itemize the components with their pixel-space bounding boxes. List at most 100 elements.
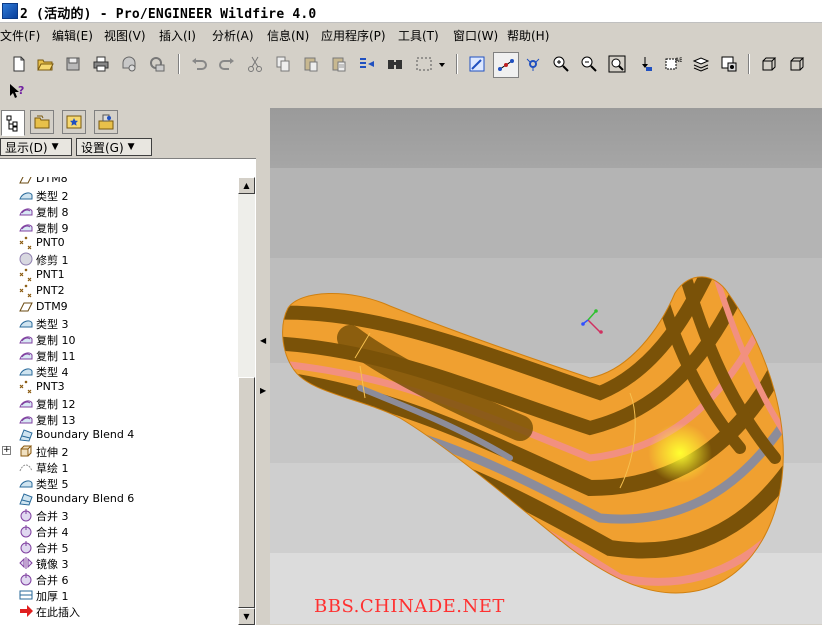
tab-favorites[interactable] bbox=[62, 110, 86, 134]
svg-text:AB: AB bbox=[675, 57, 682, 64]
tree-item[interactable]: PNT0 bbox=[0, 235, 238, 251]
datum-plane-icon bbox=[18, 177, 34, 187]
tab-model-tree[interactable] bbox=[1, 110, 25, 136]
navigator-tabs bbox=[0, 108, 258, 136]
tree-item[interactable]: Boundary Blend 4 bbox=[0, 427, 238, 443]
menu-analysis[interactable]: 分析(A) bbox=[212, 27, 254, 44]
scroll-up-icon[interactable]: ▲ bbox=[238, 177, 255, 194]
zoom-out-icon[interactable] bbox=[578, 53, 600, 75]
chevron-down-icon: ▼ bbox=[51, 142, 59, 152]
coordinate-system-icon bbox=[581, 309, 603, 334]
tree-item[interactable]: 类型 3 bbox=[0, 315, 238, 331]
tree-item[interactable]: DTM8 bbox=[0, 177, 238, 187]
select-dropdown-icon[interactable] bbox=[436, 53, 448, 75]
tree-item[interactable]: 复制 11 bbox=[0, 347, 238, 363]
menu-applications[interactable]: 应用程序(P) bbox=[321, 27, 386, 44]
find-icon[interactable] bbox=[384, 53, 406, 75]
box2-icon[interactable] bbox=[786, 53, 808, 75]
spin-center-icon[interactable] bbox=[522, 53, 544, 75]
expand-icon[interactable]: + bbox=[2, 446, 11, 455]
undo-icon[interactable] bbox=[188, 53, 210, 75]
scroll-down-icon[interactable]: ▼ bbox=[238, 608, 255, 625]
surface-icon bbox=[18, 475, 34, 491]
tree-item[interactable]: PNT3 bbox=[0, 379, 238, 395]
tree-item[interactable]: PNT2 bbox=[0, 283, 238, 299]
tree-item-label: 复制 13 bbox=[36, 414, 76, 427]
tree-item[interactable]: 合并 4 bbox=[0, 523, 238, 539]
tree-item[interactable]: Boundary Blend 6 bbox=[0, 491, 238, 507]
tree-item[interactable]: 复制 8 bbox=[0, 203, 238, 219]
refit-icon[interactable] bbox=[606, 53, 628, 75]
select-box-icon[interactable] bbox=[412, 53, 436, 75]
panel-splitter[interactable]: ◀ ▶ bbox=[258, 108, 270, 624]
new-icon[interactable] bbox=[8, 53, 30, 75]
tree-item-label: 合并 6 bbox=[36, 574, 69, 587]
tree-item[interactable]: 加厚 1 bbox=[0, 587, 238, 603]
tree-item-label: PNT2 bbox=[36, 284, 65, 297]
copy-surface-icon bbox=[18, 411, 34, 427]
layers-icon[interactable] bbox=[690, 53, 712, 75]
settings-dropdown[interactable]: 设置(G) ▼ bbox=[76, 138, 152, 156]
boundary-blend-icon bbox=[18, 427, 34, 443]
datum-point-icon bbox=[18, 379, 34, 395]
tree-item[interactable]: 合并 3 bbox=[0, 507, 238, 523]
graphics-window[interactable]: BBS.CHINADE.NET bbox=[270, 108, 822, 624]
whats-this-icon[interactable]: ? bbox=[6, 80, 28, 102]
tree-item[interactable]: 类型 2 bbox=[0, 187, 238, 203]
tree-item[interactable]: 复制 12 bbox=[0, 395, 238, 411]
menu-insert[interactable]: 插入(I) bbox=[159, 27, 196, 44]
scroll-thumb[interactable] bbox=[238, 377, 255, 608]
menu-info[interactable]: 信息(N) bbox=[267, 27, 309, 44]
menu-tools[interactable]: 工具(T) bbox=[398, 27, 439, 44]
copy-icon[interactable] bbox=[272, 53, 294, 75]
repaint-icon[interactable] bbox=[466, 53, 488, 75]
box-icon[interactable] bbox=[758, 53, 780, 75]
tree-item[interactable]: 类型 5 bbox=[0, 475, 238, 491]
reorient-icon[interactable] bbox=[634, 53, 656, 75]
tree-item[interactable]: + 拉伸 2 bbox=[0, 443, 238, 459]
cut-icon[interactable] bbox=[244, 53, 266, 75]
display-dropdown[interactable]: 显示(D) ▼ bbox=[0, 138, 72, 156]
tree-item[interactable]: 复制 13 bbox=[0, 411, 238, 427]
paste-icon[interactable] bbox=[300, 53, 322, 75]
collapse-left-icon[interactable]: ◀ bbox=[260, 336, 266, 345]
zoom-in-icon[interactable] bbox=[550, 53, 572, 75]
tree-item[interactable]: 合并 5 bbox=[0, 539, 238, 555]
tab-folder-browser[interactable] bbox=[30, 110, 54, 134]
trim-icon bbox=[18, 251, 34, 267]
datum-point-icon[interactable] bbox=[493, 52, 519, 78]
tree-item[interactable]: 修剪 1 bbox=[0, 251, 238, 267]
regenerate-icon[interactable] bbox=[356, 53, 378, 75]
open-icon[interactable] bbox=[34, 53, 56, 75]
tree-item[interactable]: PNT1 bbox=[0, 267, 238, 283]
tab-connections[interactable] bbox=[94, 110, 118, 134]
tree-item-label: DTM9 bbox=[36, 300, 68, 313]
menu-window[interactable]: 窗口(W) bbox=[453, 27, 498, 44]
redo-icon[interactable] bbox=[216, 53, 238, 75]
tree-scrollbar[interactable]: ▲ ▼ bbox=[238, 177, 255, 625]
tree-item[interactable]: 复制 9 bbox=[0, 219, 238, 235]
copy-surface-icon bbox=[18, 347, 34, 363]
send-icon[interactable] bbox=[118, 53, 140, 75]
tree-item[interactable]: 合并 6 bbox=[0, 571, 238, 587]
tree-item[interactable]: 在此插入 bbox=[0, 603, 238, 619]
paste-special-icon[interactable] bbox=[328, 53, 350, 75]
save-icon[interactable] bbox=[62, 53, 84, 75]
expand-right-icon[interactable]: ▶ bbox=[260, 386, 266, 395]
tree-item[interactable]: 复制 10 bbox=[0, 331, 238, 347]
menu-file[interactable]: 文件(F) bbox=[0, 27, 40, 44]
menu-edit[interactable]: 编辑(E) bbox=[52, 27, 93, 44]
menu-view[interactable]: 视图(V) bbox=[104, 27, 146, 44]
menu-help[interactable]: 帮助(H) bbox=[507, 27, 549, 44]
view-manager-icon[interactable] bbox=[718, 53, 740, 75]
tree-item-label: 复制 8 bbox=[36, 206, 69, 219]
surface-icon bbox=[18, 315, 34, 331]
tree-item[interactable]: 草绘 1 bbox=[0, 459, 238, 475]
tree-item[interactable]: 类型 4 bbox=[0, 363, 238, 379]
tree-item[interactable]: DTM9 bbox=[0, 299, 238, 315]
email-icon[interactable] bbox=[146, 53, 168, 75]
saved-views-icon[interactable]: AB bbox=[662, 53, 684, 75]
print-icon[interactable] bbox=[90, 53, 112, 75]
merge-icon bbox=[18, 523, 34, 539]
tree-item[interactable]: 镜像 3 bbox=[0, 555, 238, 571]
